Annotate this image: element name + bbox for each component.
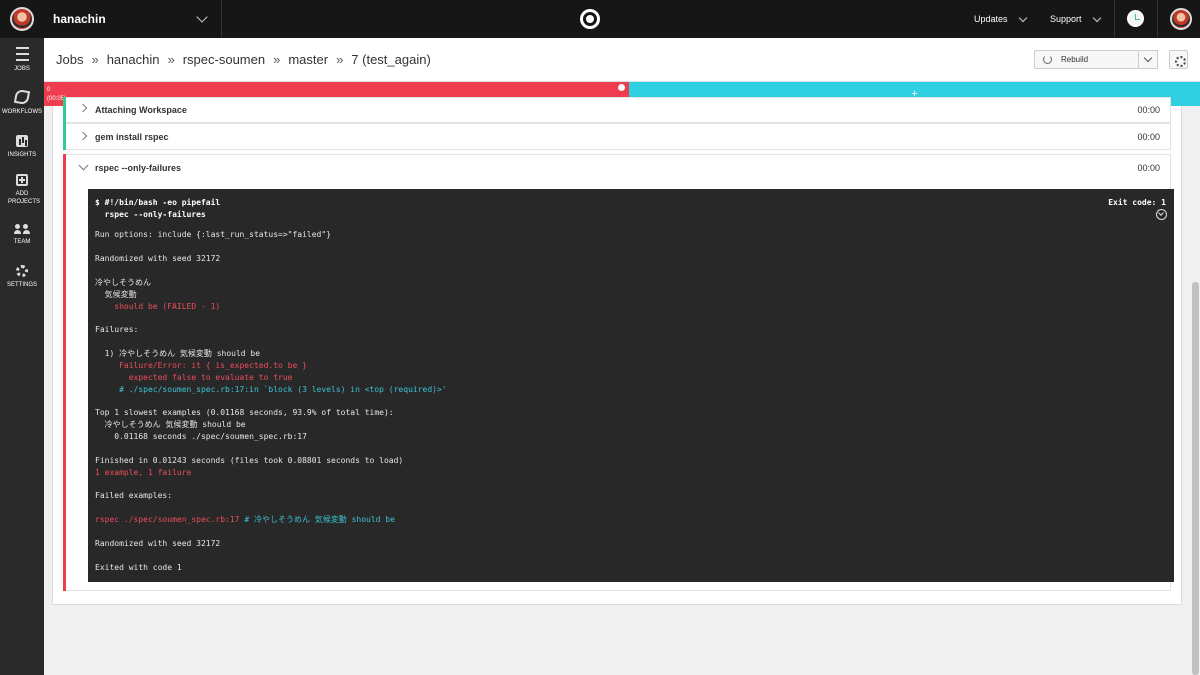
terminal-line: Failure/Error: it { is_expected.to be }	[95, 361, 307, 370]
terminal-line: 1 example, 1 failure	[95, 468, 192, 477]
sidebar-item-label: INSIGHTS	[7, 152, 37, 158]
step-name: gem install rspec	[95, 132, 169, 142]
breadcrumb-job: 7 (test_again)	[351, 52, 431, 67]
terminal-line: Failures:	[95, 325, 139, 334]
step-status-bar	[63, 97, 66, 123]
sidebar-item-team[interactable]: TEAM	[0, 222, 44, 246]
step-name[interactable]: rspec --only-failures	[95, 163, 181, 173]
chevron-right-icon	[78, 103, 88, 113]
job-header: Jobs » hanachin » rspec-soumen » master …	[44, 38, 1200, 82]
breadcrumb-branch[interactable]: master	[288, 52, 328, 67]
terminal-command: rspec --only-failures	[95, 210, 206, 219]
terminal-line: 1) 冷やしそうめん 気候変動 should be	[95, 349, 261, 358]
terminal-line: Randomized with seed 32172	[95, 539, 221, 548]
step-time: 00:00	[1137, 132, 1160, 142]
chevron-down-icon	[1092, 13, 1101, 22]
breadcrumb-separator: »	[91, 52, 99, 67]
parallel-run-index: 0	[47, 87, 51, 93]
sidebar-item-settings[interactable]: SETTINGS	[0, 265, 44, 289]
step-gem-install[interactable]: gem install rspec 00:00	[63, 123, 1171, 150]
terminal-line: Finished in 0.01243 seconds (files took …	[95, 456, 404, 465]
job-settings-button[interactable]	[1169, 50, 1188, 69]
terminal-command: $ #!/bin/bash -eo pipefail	[95, 198, 221, 207]
steps-panel: Attaching Workspace 00:00 gem install rs…	[52, 97, 1182, 605]
terminal-line: Failed examples:	[95, 491, 173, 500]
step-status-bar	[63, 123, 66, 150]
terminal-line: Randomized with seed 32172	[95, 254, 221, 263]
scrollbar-thumb[interactable]	[1192, 282, 1199, 675]
breadcrumb-separator: »	[273, 52, 281, 67]
terminal-output: $ #!/bin/bash -eo pipefail rspec --only-…	[88, 189, 1174, 582]
chevron-down-icon	[196, 11, 208, 23]
chevron-down-icon[interactable]	[78, 160, 89, 171]
support-menu[interactable]: Support	[1050, 0, 1101, 38]
failed-example-command: rspec ./spec/soumen_spec.rb:17	[95, 515, 240, 524]
terminal-line: should be (FAILED - 1)	[95, 302, 221, 311]
sidebar-item-workflows[interactable]: WORKFLOWS	[0, 88, 44, 116]
divider	[1157, 0, 1158, 38]
sidebar-item-insights[interactable]: INSIGHTS	[0, 135, 44, 159]
add-project-icon	[16, 174, 28, 186]
sidebar: JOBS WORKFLOWS INSIGHTS ADD PROJECTS TEA…	[0, 38, 44, 675]
rebuild-button[interactable]: Rebuild	[1034, 50, 1139, 69]
top-bar: hanachin Updates Support	[0, 0, 1200, 38]
rebuild-label: Rebuild	[1061, 55, 1089, 64]
step-attaching-workspace[interactable]: Attaching Workspace 00:00	[63, 97, 1171, 123]
breadcrumb-separator: »	[167, 52, 175, 67]
updates-menu[interactable]: Updates	[974, 0, 1027, 38]
org-name: hanachin	[53, 12, 106, 26]
sidebar-item-add-projects[interactable]: ADD PROJECTS	[0, 174, 44, 206]
failed-example-comment: # 冷やしそうめん 気候変動 should be	[239, 515, 395, 524]
breadcrumb-separator: »	[336, 52, 344, 67]
sidebar-item-jobs[interactable]: JOBS	[0, 47, 44, 73]
team-icon	[14, 224, 30, 234]
org-avatar	[10, 7, 34, 31]
circleci-logo-icon[interactable]	[580, 9, 600, 29]
sidebar-item-label: ADD PROJECTS	[8, 191, 41, 205]
breadcrumb-jobs[interactable]: Jobs	[56, 52, 83, 67]
terminal-line: # ./spec/soumen_spec.rb:17:in `block (3 …	[95, 385, 447, 394]
chevron-down-icon	[1018, 13, 1027, 22]
download-icon[interactable]	[1156, 209, 1167, 220]
terminal-line: 気候変動	[95, 290, 137, 299]
terminal-line: 0.01168 seconds ./spec/soumen_spec.rb:17	[95, 432, 307, 441]
breadcrumb-project[interactable]: rspec-soumen	[183, 52, 265, 67]
rebuild-dropdown-button[interactable]	[1139, 50, 1158, 69]
terminal-line: expected false to evaluate to true	[95, 373, 293, 382]
step-name: Attaching Workspace	[95, 105, 187, 115]
breadcrumb: Jobs » hanachin » rspec-soumen » master …	[56, 52, 431, 67]
sidebar-item-label: JOBS	[14, 66, 30, 72]
workflow-icon	[13, 88, 31, 106]
step-status-bar	[63, 154, 66, 591]
info-icon[interactable]	[618, 84, 625, 91]
list-icon	[15, 47, 29, 61]
chart-icon	[16, 135, 28, 147]
chevron-right-icon	[78, 131, 88, 141]
terminal-line: rspec ./spec/soumen_spec.rb:17 # 冷やしそうめん…	[95, 515, 395, 525]
terminal-line: 冷やしそうめん 気候変動 should be	[95, 420, 246, 429]
support-label: Support	[1050, 14, 1082, 24]
terminal-line: Top 1 slowest examples (0.01168 seconds,…	[95, 408, 394, 417]
terminal-line: 冷やしそうめん	[95, 278, 151, 287]
updates-label: Updates	[974, 14, 1008, 24]
gear-icon	[16, 265, 28, 277]
breadcrumb-org[interactable]: hanachin	[107, 52, 160, 67]
sidebar-item-label: SETTINGS	[6, 282, 37, 288]
step-time: 00:00	[1137, 105, 1160, 115]
clock-icon[interactable]	[1127, 10, 1144, 27]
terminal-line: Run options: include {:last_run_status=>…	[95, 230, 332, 239]
sidebar-item-label: WORKFLOWS	[2, 109, 42, 115]
step-rspec: rspec --only-failures 00:00 $ #!/bin/bas…	[63, 154, 1174, 591]
org-switcher[interactable]: hanachin	[0, 0, 222, 38]
sidebar-item-label: TEAM	[13, 239, 31, 245]
terminal-line: Exited with code 1	[95, 563, 182, 572]
refresh-icon	[1043, 55, 1052, 64]
exit-code: Exit code: 1	[1108, 198, 1166, 207]
divider	[1114, 0, 1115, 38]
user-avatar[interactable]	[1170, 8, 1192, 30]
step-time: 00:00	[1137, 163, 1160, 173]
